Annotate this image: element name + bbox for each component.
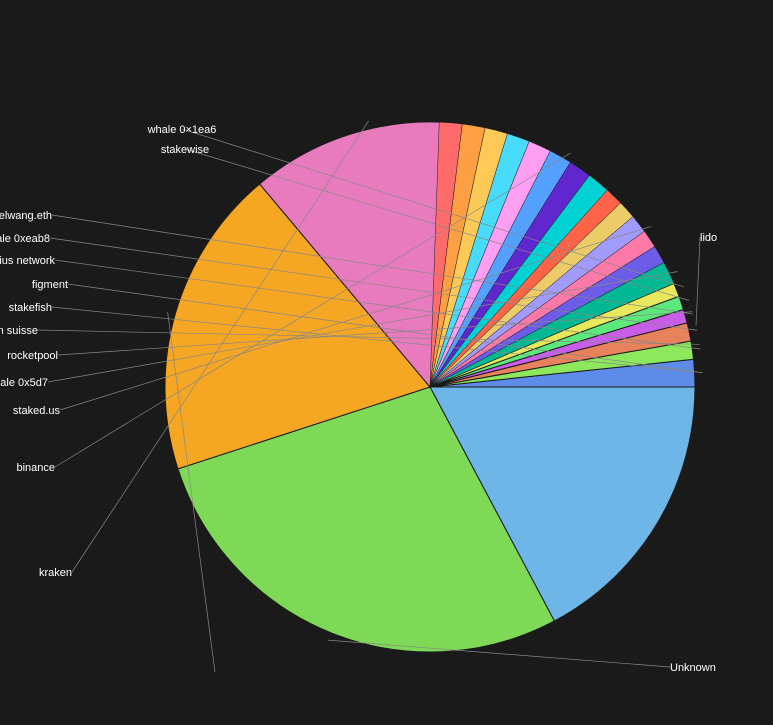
svg-text:figment: figment — [32, 279, 68, 291]
svg-text:binance: binance — [16, 462, 55, 474]
pie-chart: lidoUnknowncoinbasekrakenbinancestaked.u… — [0, 32, 773, 672]
svg-text:Unknown: Unknown — [670, 662, 716, 672]
svg-text:stakewise: stakewise — [161, 144, 209, 156]
chart-container: lidoUnknowncoinbasekrakenbinancestaked.u… — [0, 0, 773, 725]
svg-text:whale 0x5d7: whale 0x5d7 — [0, 377, 48, 389]
svg-text:lido: lido — [700, 232, 717, 244]
pie-svg: lidoUnknowncoinbasekrakenbinancestaked.u… — [0, 32, 773, 672]
svg-text:celsius network: celsius network — [0, 255, 55, 267]
svg-text:whale 0×1ea6: whale 0×1ea6 — [147, 124, 217, 136]
svg-text:staked.us: staked.us — [13, 405, 61, 417]
svg-text:rocketpool: rocketpool — [7, 350, 58, 362]
svg-text:danielwang.eth: danielwang.eth — [0, 210, 52, 222]
svg-text:stakefish: stakefish — [9, 302, 52, 314]
svg-text:bitcoin suisse: bitcoin suisse — [0, 325, 38, 337]
svg-text:whale 0xeab8: whale 0xeab8 — [0, 233, 50, 245]
svg-text:kraken: kraken — [39, 567, 72, 579]
